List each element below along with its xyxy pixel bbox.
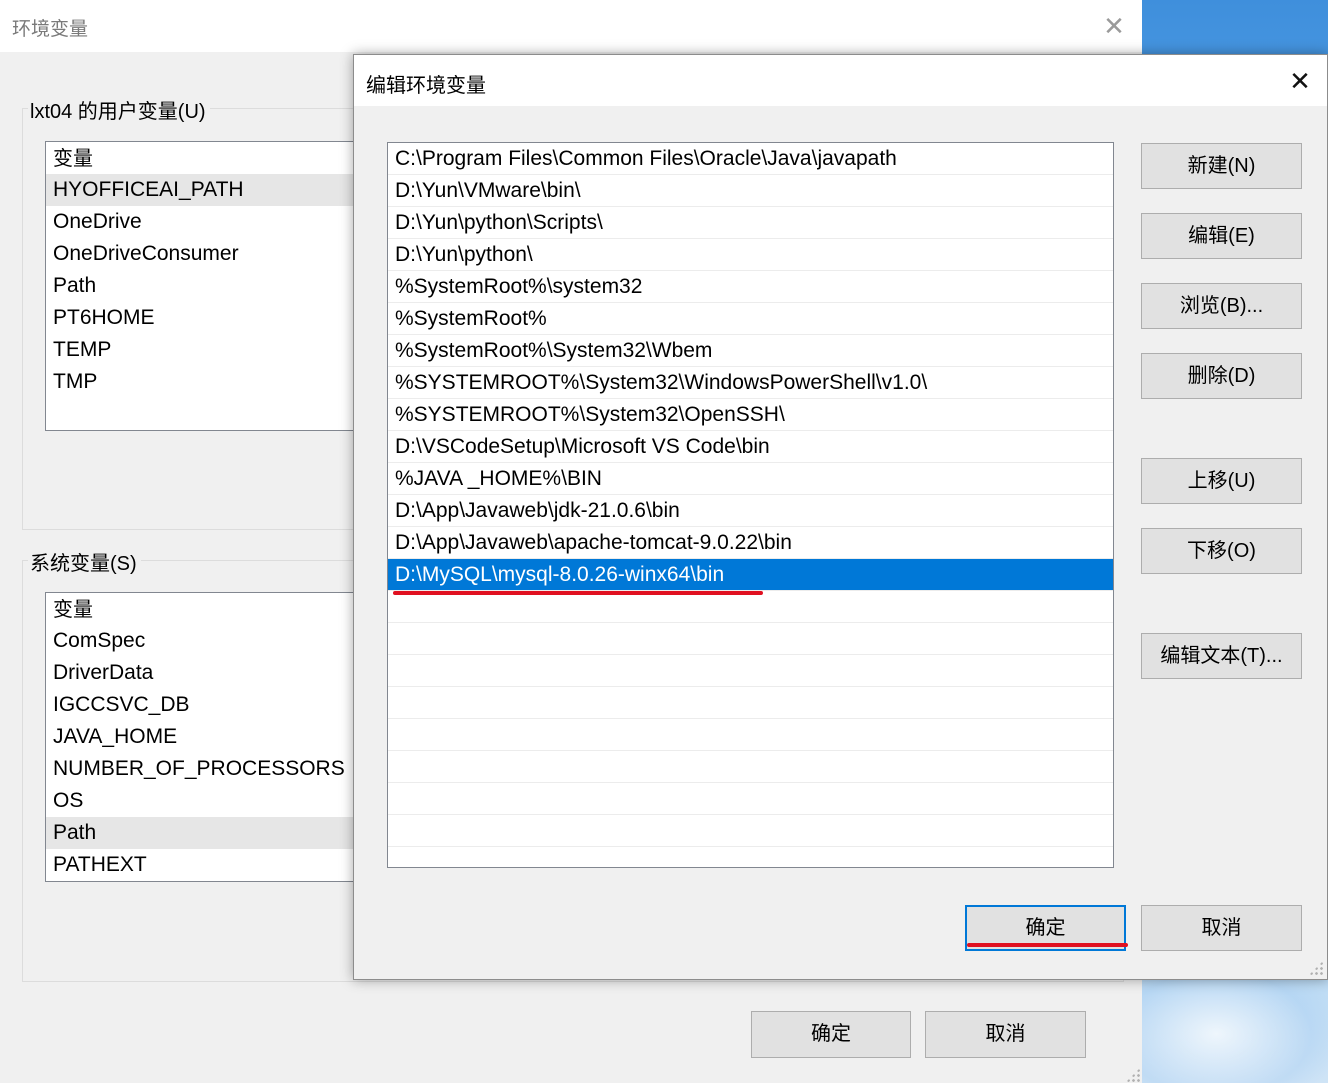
path-row[interactable]: D:\VSCodeSetup\Microsoft VS Code\bin: [388, 431, 1113, 463]
path-row[interactable]: D:\Yun\python\Scripts\: [388, 207, 1113, 239]
env-titlebar: 环境变量 ✕: [0, 0, 1142, 52]
empty-path-row[interactable]: [388, 751, 1113, 783]
browse-button[interactable]: 浏览(B)...: [1141, 283, 1302, 329]
path-row[interactable]: C:\Program Files\Common Files\Oracle\Jav…: [388, 143, 1113, 175]
empty-path-row[interactable]: [388, 591, 1113, 623]
env-window-title: 环境变量: [12, 19, 89, 40]
selected-path-underline: [393, 591, 763, 595]
empty-path-row[interactable]: [388, 719, 1113, 751]
env-close-icon[interactable]: ✕: [1098, 10, 1130, 42]
edit-text-button[interactable]: 编辑文本(T)...: [1141, 633, 1302, 679]
env-cancel-button[interactable]: 取消: [925, 1011, 1086, 1058]
path-row[interactable]: D:\App\Javaweb\apache-tomcat-9.0.22\bin: [388, 527, 1113, 559]
edit-cancel-button[interactable]: 取消: [1141, 905, 1302, 951]
edit-close-icon[interactable]: ✕: [1284, 65, 1316, 97]
path-row[interactable]: %SYSTEMROOT%\System32\WindowsPowerShell\…: [388, 367, 1113, 399]
empty-path-row[interactable]: [388, 655, 1113, 687]
path-row[interactable]: D:\MySQL\mysql-8.0.26-winx64\bin: [388, 559, 1113, 591]
edit-titlebar: 编辑环境变量 ✕: [354, 55, 1327, 106]
edit-environment-variable-dialog: 编辑环境变量 ✕ C:\Program Files\Common Files\O…: [353, 54, 1328, 980]
system-vars-label: 系统变量(S): [28, 547, 141, 576]
env-ok-button[interactable]: 确定: [751, 1011, 911, 1058]
path-row[interactable]: %SYSTEMROOT%\System32\OpenSSH\: [388, 399, 1113, 431]
path-row[interactable]: D:\Yun\VMware\bin\: [388, 175, 1113, 207]
edit-dialog-title: 编辑环境变量: [366, 75, 486, 97]
edit-resize-grip[interactable]: [1309, 961, 1323, 975]
delete-button[interactable]: 删除(D): [1141, 353, 1302, 399]
empty-path-row[interactable]: [388, 815, 1113, 847]
env-resize-grip[interactable]: [1126, 1068, 1140, 1082]
empty-path-row[interactable]: [388, 623, 1113, 655]
path-row[interactable]: D:\App\Javaweb\jdk-21.0.6\bin: [388, 495, 1113, 527]
new-button[interactable]: 新建(N): [1141, 143, 1302, 189]
path-row[interactable]: %SystemRoot%: [388, 303, 1113, 335]
move-down-button[interactable]: 下移(O): [1141, 528, 1302, 574]
path-row[interactable]: %SystemRoot%\System32\Wbem: [388, 335, 1113, 367]
path-row[interactable]: %JAVA _HOME%\BIN: [388, 463, 1113, 495]
ok-button-underline: [967, 943, 1128, 947]
path-list[interactable]: C:\Program Files\Common Files\Oracle\Jav…: [387, 142, 1114, 868]
move-up-button[interactable]: 上移(U): [1141, 458, 1302, 504]
empty-path-row[interactable]: [388, 783, 1113, 815]
edit-button[interactable]: 编辑(E): [1141, 213, 1302, 259]
path-row[interactable]: D:\Yun\python\: [388, 239, 1113, 271]
user-vars-label: lxt04 的用户变量(U): [28, 95, 210, 124]
path-row[interactable]: %SystemRoot%\system32: [388, 271, 1113, 303]
empty-path-row[interactable]: [388, 687, 1113, 719]
